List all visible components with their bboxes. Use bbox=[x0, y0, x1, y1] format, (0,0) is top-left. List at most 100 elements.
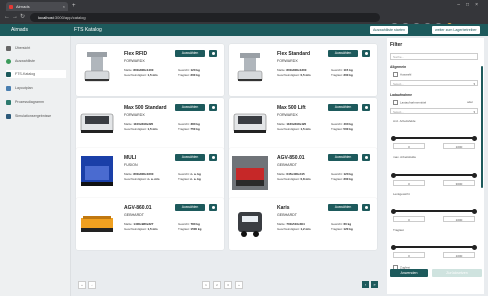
window-controls[interactable]: –□× bbox=[457, 2, 484, 8]
select-button[interactable]: Auswählen bbox=[175, 104, 205, 111]
sidebar-item-selection[interactable]: Auswahlliste bbox=[6, 57, 66, 65]
range-slider-1[interactable] bbox=[391, 135, 477, 141]
range-max-input[interactable]: 1000 bbox=[443, 216, 475, 222]
slider-knob-max[interactable] bbox=[472, 244, 477, 250]
filter-search-input[interactable]: Suche... bbox=[390, 53, 478, 60]
select-button[interactable]: Auswählen bbox=[328, 50, 358, 57]
spec-label: Geschwindigkeit: bbox=[124, 73, 147, 77]
load-select[interactable]: Select... ▾ bbox=[390, 108, 478, 114]
last-page-button[interactable]: » bbox=[371, 281, 378, 288]
first-page-button[interactable]: « bbox=[78, 281, 86, 289]
page-button[interactable]: 3 bbox=[224, 281, 232, 289]
manufacturer-select[interactable]: Select... ▾ bbox=[390, 80, 478, 86]
info-button[interactable] bbox=[362, 104, 370, 111]
select-button[interactable]: Auswählen bbox=[175, 154, 205, 161]
sidebar-item-layout[interactable]: Layoutplan bbox=[6, 84, 66, 92]
slider-knob-max[interactable] bbox=[472, 208, 477, 214]
range-max-input[interactable]: 3000 bbox=[443, 180, 475, 186]
checkbox-auswahl[interactable]: Auswahl bbox=[393, 72, 411, 77]
info-button[interactable] bbox=[209, 50, 217, 57]
product-image bbox=[237, 53, 263, 82]
range-max-input[interactable]: 1000 bbox=[443, 143, 475, 149]
spec-label: Geschwindigkeit: bbox=[124, 177, 147, 181]
sidebar-item-overview[interactable]: Übersicht bbox=[6, 44, 66, 52]
layout-icon bbox=[6, 85, 11, 91]
spec-value: 300 kg bbox=[190, 73, 200, 77]
section-load: Ladaufnahme bbox=[390, 93, 413, 97]
info-button[interactable] bbox=[209, 104, 217, 111]
select-button[interactable]: Auswählen bbox=[328, 154, 358, 161]
product-maker: GEBHARDT bbox=[124, 213, 144, 217]
filter-scrollbar[interactable] bbox=[481, 66, 483, 188]
info-button[interactable] bbox=[362, 50, 370, 57]
select-button[interactable]: Auswählen bbox=[175, 50, 205, 57]
product-image bbox=[81, 156, 113, 186]
next-page-button[interactable]: › bbox=[362, 281, 369, 288]
info-button[interactable] bbox=[362, 154, 370, 161]
range-max-input[interactable]: 1000 bbox=[443, 252, 475, 258]
spec-label: Traglast: bbox=[331, 73, 343, 77]
spec-payload: Traglast: 750 kg bbox=[178, 127, 200, 132]
range-slider-2[interactable] bbox=[391, 172, 477, 178]
spec-payload: Traglast: 500 kg bbox=[331, 127, 353, 132]
slider-knob-min[interactable] bbox=[391, 244, 396, 250]
browser-tab[interactable]: Airnads × bbox=[6, 2, 68, 11]
checkbox-label: Auswahl bbox=[400, 72, 412, 77]
checkbox-load-handling[interactable]: Lastaufnahmemittel bbox=[393, 100, 426, 105]
back-icon[interactable]: ← bbox=[4, 13, 10, 22]
tab-close-icon[interactable]: × bbox=[63, 2, 65, 11]
product-maker: FORWARDX bbox=[124, 59, 145, 63]
range-min-input[interactable]: 0 bbox=[393, 252, 425, 258]
spec-value: 1,2 m/s bbox=[300, 227, 311, 231]
spec-label: Geschwindigkeit: bbox=[277, 177, 300, 181]
select-button[interactable]: Auswählen bbox=[328, 204, 358, 211]
start-selection-button[interactable]: Auswahlliste starten bbox=[370, 26, 408, 34]
spec-value: 380 kg bbox=[190, 122, 200, 126]
spec-label: Traglast: bbox=[178, 127, 190, 131]
continue-button[interactable]: weiter zum Lagerbetreiber bbox=[432, 26, 480, 34]
new-tab-icon[interactable]: + bbox=[72, 2, 76, 10]
select-button[interactable]: Auswählen bbox=[328, 104, 358, 111]
range-min-input[interactable]: 0 bbox=[393, 216, 425, 222]
range-min-input[interactable]: 0 bbox=[393, 180, 425, 186]
apply-filter-button[interactable]: Anwenden bbox=[390, 269, 428, 277]
last-page-button[interactable]: » bbox=[235, 281, 243, 289]
browser-toolbar: ← → ↻ localhost:3000/app/catalog bbox=[0, 11, 488, 28]
slider-knob-min[interactable] bbox=[391, 172, 396, 178]
sidebar-item-process[interactable]: Prozessdiagramm bbox=[6, 98, 66, 106]
select-button[interactable]: Auswählen bbox=[175, 204, 205, 211]
page-button[interactable]: 2 bbox=[213, 281, 221, 289]
spec-value: 400 kg bbox=[343, 122, 353, 126]
spec-label: Geschwindigkeit: bbox=[277, 73, 300, 77]
info-button[interactable] bbox=[362, 204, 370, 211]
spec-label: Maße: bbox=[277, 222, 286, 226]
slider-knob-min[interactable] bbox=[391, 135, 396, 141]
spec-label: Maße: bbox=[124, 172, 133, 176]
spec-value: n. a. kg bbox=[190, 177, 201, 181]
range-slider-3[interactable] bbox=[391, 208, 477, 214]
prev-page-button[interactable]: ‹ bbox=[88, 281, 96, 289]
address-bar[interactable]: localhost:3000/app/catalog bbox=[30, 13, 380, 22]
info-button[interactable] bbox=[209, 204, 217, 211]
spec-value: 1100x690x320 bbox=[133, 122, 154, 126]
slider-knob-min[interactable] bbox=[391, 208, 396, 214]
sidebar-item-results[interactable]: Simulationsergebnisse bbox=[6, 112, 66, 120]
product-name: Max 500 Standard bbox=[124, 105, 167, 111]
range-label-4: Traglast bbox=[393, 228, 404, 232]
range-min-input[interactable]: 0 bbox=[393, 143, 425, 149]
slider-knob-max[interactable] bbox=[472, 172, 477, 178]
checkbox-box[interactable] bbox=[393, 100, 398, 105]
spec-speed: Geschwindigkeit: n. a. m/s bbox=[124, 177, 160, 182]
slider-knob-max[interactable] bbox=[472, 135, 477, 141]
forward-icon[interactable]: → bbox=[12, 13, 18, 22]
brand-logo[interactable]: Airnads bbox=[11, 24, 28, 36]
spec-speed: Geschwindigkeit: 1,5 m/s bbox=[124, 227, 158, 232]
checkbox-box[interactable] bbox=[393, 72, 398, 77]
spec-payload: Traglast: n. a. kg bbox=[178, 177, 201, 182]
info-button[interactable] bbox=[209, 154, 217, 161]
reset-filter-button[interactable]: Zurücksetzen bbox=[432, 269, 482, 277]
range-slider-4[interactable] bbox=[391, 244, 477, 250]
reload-icon[interactable]: ↻ bbox=[20, 13, 25, 22]
page-button[interactable]: 1 bbox=[202, 281, 210, 289]
sidebar-item-catalog[interactable]: FTS-Katalog bbox=[6, 70, 66, 78]
